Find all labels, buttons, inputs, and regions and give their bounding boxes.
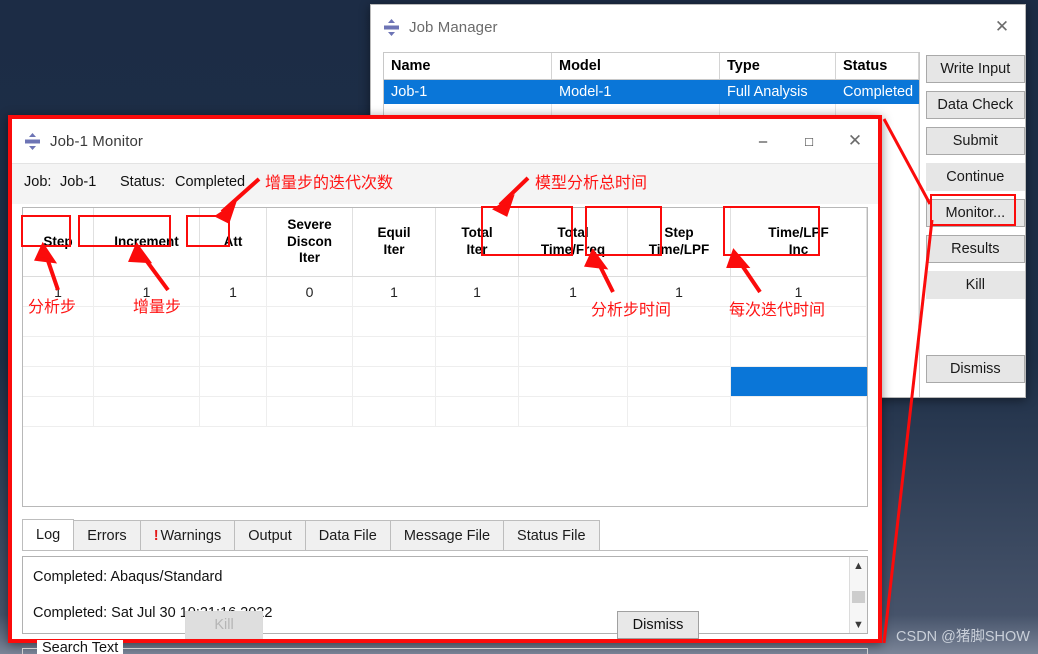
column-header-severe-discon-iter[interactable]: Severe Discon Iter xyxy=(266,208,353,277)
search-text-legend: Search Text xyxy=(37,640,124,654)
box-att xyxy=(186,215,230,247)
chevron-down-icon[interactable]: ▼ xyxy=(850,616,867,633)
cell-job-model: Model-1 xyxy=(551,79,720,104)
abaqus-logo-icon xyxy=(24,132,41,150)
anno-step-time: 分析步时间 xyxy=(591,302,672,319)
kill-button: Kill xyxy=(925,271,1025,299)
job-monitor-titlebar: Job-1 Monitor – □ ✕ xyxy=(12,119,878,163)
column-header-status[interactable]: Status xyxy=(835,53,919,80)
results-button[interactable]: Results xyxy=(925,235,1025,263)
dismiss-button[interactable]: Dismiss xyxy=(925,355,1025,383)
tab-log[interactable]: Log xyxy=(22,519,75,550)
monitor-tab-bar: Log Errors ! Warnings Output Data File Me… xyxy=(22,519,868,551)
anno-step: 分析步 xyxy=(28,299,77,316)
monitor-dismiss-button[interactable]: Dismiss xyxy=(617,611,699,639)
warning-icon: ! xyxy=(153,527,159,544)
status-value: Completed xyxy=(175,174,246,190)
log-output-panel[interactable]: Completed: Abaqus/Standard Completed: Sa… xyxy=(22,556,868,634)
data-check-button[interactable]: Data Check xyxy=(925,91,1025,119)
close-icon[interactable]: ✕ xyxy=(832,119,878,163)
tab-status-file[interactable]: Status File xyxy=(503,520,600,550)
tab-message-file[interactable]: Message File xyxy=(389,520,505,550)
tab-warnings[interactable]: ! Warnings xyxy=(139,520,236,550)
table-header-row: Name Model Type Status xyxy=(384,53,919,80)
scrollbar-thumb[interactable] xyxy=(852,591,865,603)
column-header-type[interactable]: Type xyxy=(719,53,836,80)
status-label: Status: xyxy=(120,174,166,190)
abaqus-logo-icon xyxy=(383,18,400,36)
cell-equil-iter: 1 xyxy=(352,276,436,307)
anno-increment: 增量步 xyxy=(133,299,182,316)
column-header-name[interactable]: Name xyxy=(384,53,552,80)
job-label: Job: xyxy=(24,174,52,190)
job-monitor-window-buttons: – □ ✕ xyxy=(740,119,878,163)
monitor-empty-row[interactable] xyxy=(23,336,867,367)
box-step-time-lpf xyxy=(585,206,662,256)
cell-job-status: Completed xyxy=(835,79,919,104)
job-monitor-title: Job-1 Monitor xyxy=(50,132,144,150)
cell-job-name: Job-1 xyxy=(384,79,552,104)
close-icon[interactable]: ✕ xyxy=(979,5,1025,49)
box-increment xyxy=(78,215,171,247)
desktop-background: Job Manager ✕ Name Model Type Status Job… xyxy=(0,0,1038,654)
table-row[interactable]: Job-1 Model-1 Full Analysis Completed xyxy=(384,79,919,104)
cell-att: 1 xyxy=(199,276,267,307)
job-manager-titlebar: Job Manager ✕ xyxy=(371,5,1025,49)
chevron-up-icon[interactable]: ▲ xyxy=(850,557,867,574)
monitor-empty-row[interactable] xyxy=(23,396,867,427)
maximize-icon[interactable]: □ xyxy=(786,119,832,163)
cell-severe-discon-iter: 0 xyxy=(266,276,353,307)
job-manager-window-buttons: ✕ xyxy=(979,5,1025,49)
cell-job-type: Full Analysis xyxy=(719,79,836,104)
job-value: Job-1 xyxy=(60,174,97,190)
cell-total-iter: 1 xyxy=(435,276,519,307)
anno-iter-time: 每次迭代时间 xyxy=(729,302,826,319)
monitor-selected-row[interactable] xyxy=(23,366,867,397)
log-scrollbar[interactable]: ▲ ▼ xyxy=(849,557,867,633)
write-input-button[interactable]: Write Input xyxy=(925,55,1025,83)
minimize-icon[interactable]: – xyxy=(740,119,786,163)
job-monitor-window: Job-1 Monitor – □ ✕ Job: Job-1 Status: C… xyxy=(8,115,882,654)
search-text-group: Search Text Text to find: Match case ⇩ N… xyxy=(22,640,868,654)
tab-errors[interactable]: Errors xyxy=(73,520,141,550)
box-monitor-button xyxy=(930,194,1016,226)
continue-button: Continue xyxy=(925,163,1025,191)
log-line: Completed: Abaqus/Standard xyxy=(33,569,223,585)
box-time-lpf-inc xyxy=(723,206,820,256)
anno-att: 增量步的迭代次数 xyxy=(265,175,394,192)
job-monitor-status-bar: Job: Job-1 Status: Completed xyxy=(12,163,878,204)
anno-total-time: 模型分析总时间 xyxy=(535,175,648,192)
tab-output[interactable]: Output xyxy=(234,520,306,550)
box-total-time-freq xyxy=(481,206,573,256)
box-step xyxy=(21,215,71,247)
job-manager-title: Job Manager xyxy=(409,18,498,36)
csdn-watermark: CSDN @猪脚SHOW xyxy=(896,629,1030,645)
column-header-model[interactable]: Model xyxy=(551,53,720,80)
column-header-equil-iter[interactable]: Equil Iter xyxy=(352,208,436,277)
tab-data-file[interactable]: Data File xyxy=(304,520,391,550)
monitor-kill-button: Kill xyxy=(185,611,263,639)
submit-button[interactable]: Submit xyxy=(925,127,1025,155)
grid-selection-highlight xyxy=(730,366,867,397)
